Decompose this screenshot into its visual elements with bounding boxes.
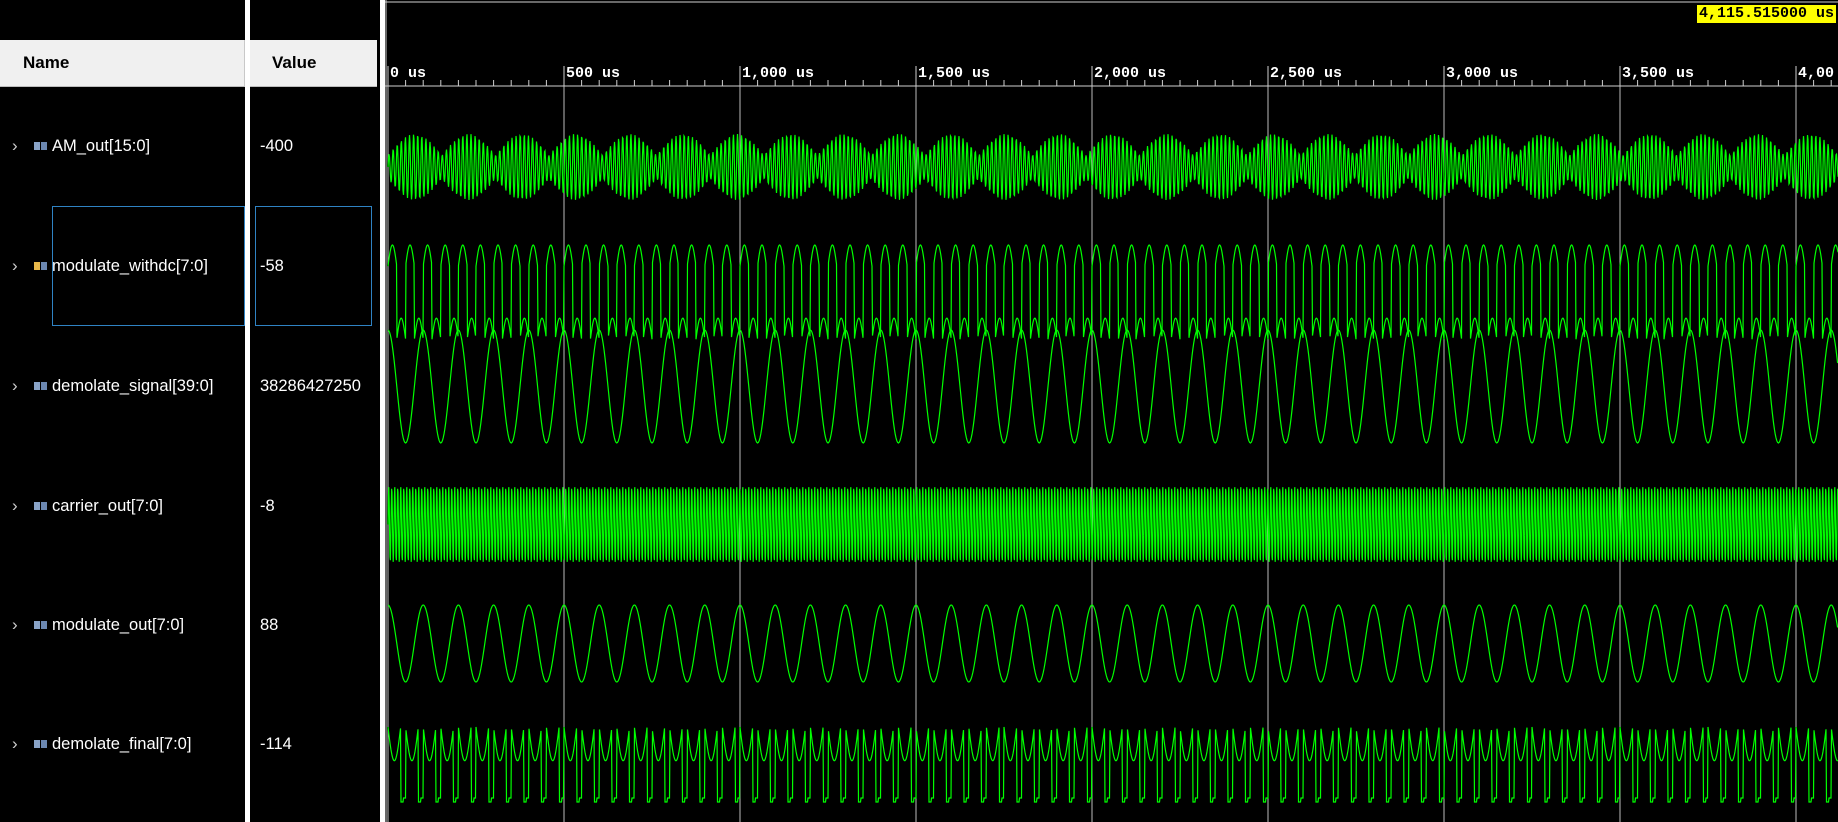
bus-icon <box>34 502 47 510</box>
signal-name: carrier_out[7:0] <box>52 496 163 515</box>
signal-name: modulate_withdc[7:0] <box>52 256 208 275</box>
signal-value: -8 <box>260 496 275 515</box>
name-header-label: Name <box>23 53 70 72</box>
bus-icon <box>34 142 47 150</box>
signal-value-demolate-signal: 38286427250 <box>260 326 375 446</box>
signal-value-carrier-out: -8 <box>260 446 375 566</box>
chevron-right-icon[interactable]: › <box>12 734 26 754</box>
signal-value: -400 <box>260 136 294 155</box>
chevron-right-icon[interactable]: › <box>12 376 26 396</box>
signal-row-modulate-withdc[interactable]: › modulate_withdc[7:0] <box>0 206 245 326</box>
signal-row-modulate-out[interactable]: › modulate_out[7:0] <box>0 565 245 685</box>
signal-value: -58 <box>260 256 284 275</box>
waveform-viewer[interactable]: 0 us 500 us 1,000 us 1,500 us 2,000 us 2,500 … <box>385 0 1838 822</box>
bus-icon-active <box>34 262 47 270</box>
waveform-canvas[interactable]: 0 us 500 us 1,000 us 1,500 us 2,000 us 2,500 … <box>385 0 1838 822</box>
bus-icon <box>34 621 47 629</box>
timeline-tick-label: 2,500 us <box>1270 65 1342 82</box>
signal-name: modulate_out[7:0] <box>52 615 185 634</box>
signal-name: demolate_final[7:0] <box>52 734 192 753</box>
chevron-right-icon[interactable]: › <box>12 496 26 516</box>
signal-row-carrier-out[interactable]: › carrier_out[7:0] <box>0 446 245 566</box>
signal-name: demolate_signal[39:0] <box>52 376 214 395</box>
timeline-tick-label: 4,00 <box>1798 65 1834 82</box>
signal-value: 88 <box>260 615 279 634</box>
signal-value-modulate-withdc: -58 <box>260 206 375 326</box>
chevron-right-icon[interactable]: › <box>12 615 26 635</box>
signal-value-modulate-out: 88 <box>260 565 375 685</box>
chevron-right-icon[interactable]: › <box>12 136 26 156</box>
signal-row-demolate-signal[interactable]: › demolate_signal[39:0] <box>0 326 245 446</box>
cursor-time-label: 4,115.515000 us <box>1696 5 1836 23</box>
timeline-tick-label: 1,000 us <box>742 65 814 82</box>
signal-value: 38286427250 <box>260 376 361 395</box>
timeline-tick-label: 2,000 us <box>1094 65 1166 82</box>
value-column-header[interactable]: Value <box>250 40 377 87</box>
signal-row-demolate-final[interactable]: › demolate_final[7:0] <box>0 684 245 804</box>
signal-value: -114 <box>260 734 292 753</box>
timeline-tick-label: 0 us <box>390 65 426 82</box>
signal-value-am-out: -400 <box>260 86 375 206</box>
bus-icon <box>34 382 47 390</box>
timeline-tick-label: 3,000 us <box>1446 65 1518 82</box>
name-column-header[interactable]: Name <box>0 40 245 87</box>
chevron-right-icon[interactable]: › <box>12 256 26 276</box>
timeline-tick-label: 1,500 us <box>918 65 990 82</box>
signal-name: AM_out[15:0] <box>52 136 151 155</box>
timeline-tick-label: 3,500 us <box>1622 65 1694 82</box>
value-header-label: Value <box>272 53 317 72</box>
bus-icon <box>34 740 47 748</box>
timeline-tick-label: 500 us <box>566 65 620 82</box>
signal-row-am-out[interactable]: › AM_out[15:0] <box>0 86 245 206</box>
signal-value-demolate-final: -114 <box>260 684 375 804</box>
